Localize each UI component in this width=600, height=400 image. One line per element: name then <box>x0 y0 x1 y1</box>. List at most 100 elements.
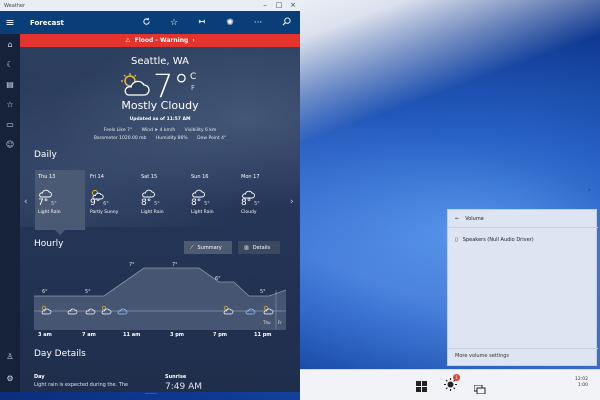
app-header: ≡ Forecast ☆ ✺ ··· <box>0 11 300 34</box>
day-summary: Day Light rain is expected during the. T… <box>34 374 154 388</box>
close-button[interactable]: × <box>286 0 300 11</box>
chart-line-icon: ⟋ <box>190 244 194 251</box>
sunrise-value: 7:49 AM <box>165 382 202 392</box>
hour-time-label: 3 pm <box>170 332 185 338</box>
refresh-icon[interactable] <box>132 17 160 29</box>
news-icon[interactable]: ▭ <box>0 120 20 129</box>
volume-title: Volume <box>465 216 484 222</box>
more-icon[interactable]: ··· <box>244 18 272 28</box>
hour-temp-label: 5° <box>85 289 91 295</box>
day-name: Fri 14 <box>90 174 104 180</box>
day-name: Thu 13 <box>38 174 56 180</box>
wind: Wind ➤ 4 km/h <box>141 128 176 133</box>
cloud-icon <box>241 186 285 199</box>
day-high: 8° <box>241 198 252 208</box>
day-condition: Light Rain <box>38 210 61 215</box>
search-icon[interactable] <box>272 16 300 29</box>
star-icon[interactable]: ☆ <box>0 100 20 109</box>
day-condition: Light Rain <box>191 210 214 215</box>
chevron-left-icon[interactable]: ‹ <box>24 197 28 207</box>
window-resize-handle[interactable] <box>145 393 157 394</box>
home-icon[interactable]: ⌂ <box>0 40 20 49</box>
current-condition: Mostly Cloudy <box>121 99 199 112</box>
clock-date: 1:00 <box>577 383 588 388</box>
day-high: 8° <box>141 198 152 208</box>
window-controls: – □ × <box>258 0 300 11</box>
minimize-button[interactable]: – <box>258 0 272 11</box>
speaker-device-icon: ▯ <box>455 237 458 243</box>
day-label: Day <box>34 374 45 380</box>
rain-cloud-icon <box>38 186 82 201</box>
day-high: 7° <box>38 198 49 208</box>
day-name: Sat 15 <box>141 174 158 180</box>
rain-cloud-icon <box>141 186 185 201</box>
day-card-thu[interactable]: Thu 13 7° 5° Light Rain <box>35 170 85 230</box>
back-arrow-icon[interactable]: ← <box>455 216 459 222</box>
day-high: 9° <box>90 198 101 208</box>
hamburger-menu-icon[interactable]: ≡ <box>0 16 20 29</box>
barometer: Barometer 1020.00 mb <box>93 136 147 141</box>
chevron-right-icon: › <box>588 186 591 194</box>
day-card-fri[interactable]: Fri 14 9° 6° Partly Sunny <box>87 170 137 230</box>
day-text: Light rain is expected during the. The <box>34 382 129 388</box>
day-card-sun[interactable]: Sun 16 8° 5° Light Rain <box>188 170 238 230</box>
pin-icon[interactable] <box>188 17 216 29</box>
rain-cloud-icon <box>191 186 235 201</box>
hour-temp-label: 7° <box>172 262 178 268</box>
details-button[interactable]: ▥ Details <box>238 241 280 254</box>
smiley-icon[interactable]: ☺ <box>0 140 20 149</box>
fahrenheit-toggle[interactable]: F <box>191 84 195 92</box>
partly-sunny-icon <box>90 186 134 200</box>
volume-flyout: ← Volume ▯ Speakers (Null Audio Driver) … <box>447 209 598 366</box>
day-marker: Thu <box>262 320 271 325</box>
page-title: Forecast <box>30 18 64 27</box>
city-name: Seattle, WA <box>131 56 189 67</box>
gear-icon[interactable]: ⚙ <box>0 374 20 383</box>
window-titlebar[interactable]: Weather – □ × <box>0 0 300 11</box>
day-low: 5° <box>204 201 210 207</box>
settings-icon[interactable]: ✺ <box>216 18 244 28</box>
day-low: 5° <box>51 201 57 207</box>
current-details: Feels Like 7° Wind ➤ 4 km/h Visibility 6… <box>20 128 300 144</box>
summary-button[interactable]: ⟋ Summary <box>184 241 232 254</box>
updated-time: Updated as of 11:57 AM <box>129 117 191 122</box>
windows-start-icon[interactable] <box>416 377 427 396</box>
account-icon[interactable]: ♙ <box>0 352 20 361</box>
dew-point: Dew Point 4° <box>197 136 227 141</box>
weather-window: Weather – □ × ≡ Forecast ☆ ✺ ··· ⚠ Flood… <box>0 0 300 392</box>
volume-header: ← Volume <box>455 216 484 222</box>
hour-temp-label: 6° <box>215 276 221 282</box>
hour-temp-label: 7° <box>129 262 135 268</box>
moon-icon[interactable]: ☾ <box>0 60 20 69</box>
day-marker: Fr <box>278 320 282 325</box>
more-volume-settings-link[interactable]: More volume settings <box>455 353 509 359</box>
nav-sidebar: ⌂ ☾ ▤ ☆ ▭ ☺ ♙ ⚙ <box>0 34 20 392</box>
day-high: 8° <box>191 198 202 208</box>
taskbar-clock[interactable]: 12:02 1:00 <box>575 377 588 389</box>
day-card-sat[interactable]: Sat 15 8° 5° Light Rain <box>138 170 188 230</box>
sunrise-label: Sunrise <box>165 374 187 380</box>
favorite-icon[interactable]: ☆ <box>160 18 188 28</box>
maximize-button[interactable]: □ <box>272 0 286 11</box>
day-details-heading: Day Details <box>34 349 86 359</box>
divider <box>448 227 598 228</box>
summary-label: Summary <box>197 244 222 251</box>
task-view-icon[interactable] <box>473 379 486 398</box>
list-icon: ▥ <box>244 244 249 251</box>
feels-like: Feels Like 7° <box>103 128 133 133</box>
alert-text: Flood - Warning <box>134 37 189 44</box>
chevron-right-icon[interactable]: › <box>290 197 294 207</box>
chart-icon[interactable]: ▤ <box>0 80 20 89</box>
day-low: 6° <box>103 201 109 207</box>
hour-time-label: 11 pm <box>254 332 272 338</box>
hour-temp-label: 6° <box>42 289 48 295</box>
selected-day-pointer <box>55 230 65 235</box>
notification-badge: 1 <box>453 374 460 381</box>
day-card-mon[interactable]: Mon 17 8° 5° Cloudy <box>238 170 288 230</box>
audio-device-item[interactable]: ▯ Speakers (Null Audio Driver) <box>455 237 534 243</box>
humidity: Humidity 86% <box>155 136 188 141</box>
sunrise-info: Sunrise 7:49 AM <box>165 374 245 392</box>
celsius-toggle[interactable]: C <box>190 72 196 82</box>
weather-alert-banner[interactable]: ⚠ Flood - Warning › <box>20 34 300 47</box>
chevron-right-icon: › <box>192 37 195 44</box>
